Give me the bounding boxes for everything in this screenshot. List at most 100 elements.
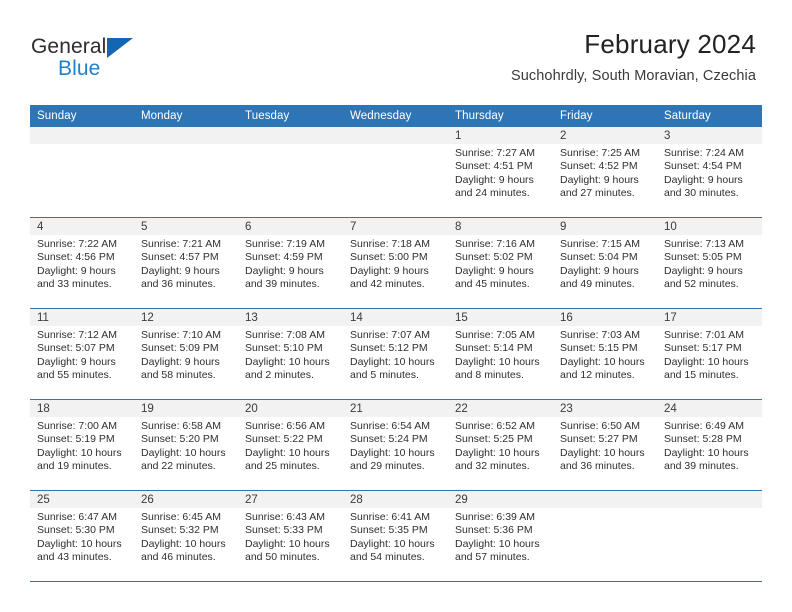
calendar-day-cell[interactable]: 13 Sunrise: 7:08 AM Sunset: 5:10 PM Dayligh… <box>238 308 343 400</box>
day-sun-details: Sunrise: 7:21 AM Sunset: 4:57 PM Daylight:… <box>134 235 238 292</box>
day-cell-inner: 2 Sunrise: 7:25 AM Sunset: 4:52 PM Daylight… <box>553 127 657 217</box>
calendar-day-cell[interactable]: 8 Sunrise: 7:16 AM Sunset: 5:02 PM Daylight… <box>448 217 553 309</box>
calendar-day-cell[interactable]: 25 Sunrise: 6:47 AM Sunset: 5:30 PM Dayligh… <box>30 490 134 582</box>
calendar-day-cell[interactable]: 1 Sunrise: 7:27 AM Sunset: 4:51 PM Daylight… <box>448 127 553 218</box>
sunrise-line: Sunrise: 6:47 AM <box>37 511 117 523</box>
calendar-day-cell[interactable]: 15 Sunrise: 7:05 AM Sunset: 5:14 PM Dayligh… <box>448 308 553 400</box>
daylight-line-1: Daylight: 9 hours <box>560 173 639 186</box>
sunset-line: Sunset: 5:17 PM <box>664 342 742 355</box>
day-cell-inner: 26 Sunrise: 6:45 AM Sunset: 5:32 PM Dayligh… <box>134 491 238 581</box>
calendar-day-cell[interactable]: 5 Sunrise: 7:21 AM Sunset: 4:57 PM Daylight… <box>134 217 238 309</box>
daylight-line-1: Daylight: 10 hours <box>37 537 122 550</box>
sunrise-line: Sunrise: 7:12 AM <box>37 329 117 341</box>
calendar-day-cell[interactable]: 3 Sunrise: 7:24 AM Sunset: 4:54 PM Daylight… <box>657 127 762 218</box>
daylight-line-1: Daylight: 10 hours <box>245 355 330 368</box>
sunrise-line: Sunrise: 6:54 AM <box>350 420 430 432</box>
calendar-day-cell[interactable]: 6 Sunrise: 7:19 AM Sunset: 4:59 PM Daylight… <box>238 217 343 309</box>
day-sun-details: Sunrise: 6:43 AM Sunset: 5:33 PM Daylight:… <box>238 508 343 565</box>
daylight-line-1: Daylight: 9 hours <box>455 264 534 277</box>
calendar-day-cell[interactable]: 21 Sunrise: 6:54 AM Sunset: 5:24 PM Dayligh… <box>343 399 448 491</box>
daylight-line-2: and 12 minutes. <box>560 369 635 382</box>
day-number: 15 <box>448 309 553 326</box>
calendar-day-cell[interactable]: 20 Sunrise: 6:56 AM Sunset: 5:22 PM Dayligh… <box>238 399 343 491</box>
calendar-day-cell[interactable]: 12 Sunrise: 7:10 AM Sunset: 5:09 PM Dayligh… <box>134 308 238 400</box>
day-number: 19 <box>134 400 238 417</box>
calendar-day-cell[interactable]: 27 Sunrise: 6:43 AM Sunset: 5:33 PM Dayligh… <box>238 490 343 582</box>
daylight-line-1: Daylight: 9 hours <box>37 264 116 277</box>
daylight-line-2: and 39 minutes. <box>664 460 739 473</box>
sunrise-line: Sunrise: 6:56 AM <box>245 420 325 432</box>
day-number <box>134 127 238 144</box>
sunrise-line: Sunrise: 7:00 AM <box>37 420 117 432</box>
calendar-day-cell[interactable]: 14 Sunrise: 7:07 AM Sunset: 5:12 PM Dayligh… <box>343 308 448 400</box>
calendar-day-cell[interactable]: 10 Sunrise: 7:13 AM Sunset: 5:05 PM Dayligh… <box>657 217 762 309</box>
daylight-line-2: and 19 minutes. <box>37 460 112 473</box>
day-cell-inner: 6 Sunrise: 7:19 AM Sunset: 4:59 PM Daylight… <box>238 218 343 308</box>
page-title: February 2024 <box>584 29 756 59</box>
calendar-day-cell[interactable]: 26 Sunrise: 6:45 AM Sunset: 5:32 PM Dayligh… <box>134 490 238 582</box>
calendar-day-cell[interactable]: 23 Sunrise: 6:50 AM Sunset: 5:27 PM Dayligh… <box>553 399 657 491</box>
calendar-header-row: Sunday Monday Tuesday Wednesday Thursday Frid… <box>30 105 762 127</box>
calendar-day-cell[interactable]: 9 Sunrise: 7:15 AM Sunset: 5:04 PM Daylight… <box>553 217 657 309</box>
day-number: 16 <box>553 309 657 326</box>
daylight-line-1: Daylight: 9 hours <box>664 173 743 186</box>
day-number <box>657 491 762 508</box>
calendar-day-cell[interactable]: 4 Sunrise: 7:22 AM Sunset: 4:56 PM Daylight… <box>30 217 134 309</box>
day-sun-details: Sunrise: 7:07 AM Sunset: 5:12 PM Daylight:… <box>343 326 448 383</box>
calendar-day-cell[interactable]: 17 Sunrise: 7:01 AM Sunset: 5:17 PM Dayligh… <box>657 308 762 400</box>
sunrise-line: Sunrise: 6:50 AM <box>560 420 640 432</box>
day-cell-inner: 16 Sunrise: 7:03 AM Sunset: 5:15 PM Dayligh… <box>553 309 657 399</box>
weekday-header-sunday: Sunday <box>30 105 134 127</box>
day-cell-inner <box>134 127 238 217</box>
sunrise-line: Sunrise: 7:07 AM <box>350 329 430 341</box>
sunset-line: Sunset: 4:52 PM <box>560 160 638 173</box>
calendar-day-cell[interactable]: 7 Sunrise: 7:18 AM Sunset: 5:00 PM Daylight… <box>343 217 448 309</box>
calendar-day-cell[interactable]: 11 Sunrise: 7:12 AM Sunset: 5:07 PM Dayligh… <box>30 308 134 400</box>
calendar-day-cell[interactable]: 24 Sunrise: 6:49 AM Sunset: 5:28 PM Dayligh… <box>657 399 762 491</box>
day-cell-inner: 11 Sunrise: 7:12 AM Sunset: 5:07 PM Dayligh… <box>30 309 134 399</box>
daylight-line-1: Daylight: 9 hours <box>141 264 220 277</box>
day-sun-details: Sunrise: 6:54 AM Sunset: 5:24 PM Daylight:… <box>343 417 448 474</box>
day-sun-details: Sunrise: 6:39 AM Sunset: 5:36 PM Daylight:… <box>448 508 553 565</box>
day-number: 10 <box>657 218 762 235</box>
day-cell-inner: 20 Sunrise: 6:56 AM Sunset: 5:22 PM Dayligh… <box>238 400 343 490</box>
calendar-week-row: 1 Sunrise: 7:27 AM Sunset: 4:51 PM Daylight… <box>30 127 762 218</box>
calendar-day-cell[interactable]: 18 Sunrise: 7:00 AM Sunset: 5:19 PM Dayligh… <box>30 399 134 491</box>
daylight-line-2: and 39 minutes. <box>245 278 320 291</box>
sunset-line: Sunset: 5:09 PM <box>141 342 219 355</box>
calendar-day-cell[interactable]: 19 Sunrise: 6:58 AM Sunset: 5:20 PM Dayligh… <box>134 399 238 491</box>
day-number <box>553 491 657 508</box>
day-sun-details: Sunrise: 7:05 AM Sunset: 5:14 PM Daylight:… <box>448 326 553 383</box>
day-sun-details: Sunrise: 7:22 AM Sunset: 4:56 PM Daylight:… <box>30 235 134 292</box>
calendar-day-cell-empty <box>134 127 238 218</box>
day-cell-inner: 25 Sunrise: 6:47 AM Sunset: 5:30 PM Dayligh… <box>30 491 134 581</box>
calendar-week-row: 25 Sunrise: 6:47 AM Sunset: 5:30 PM Dayligh… <box>30 490 762 582</box>
calendar-day-cell[interactable]: 22 Sunrise: 6:52 AM Sunset: 5:25 PM Dayligh… <box>448 399 553 491</box>
day-cell-inner: 27 Sunrise: 6:43 AM Sunset: 5:33 PM Dayligh… <box>238 491 343 581</box>
calendar-day-cell[interactable]: 28 Sunrise: 6:41 AM Sunset: 5:35 PM Dayligh… <box>343 490 448 582</box>
daylight-line-2: and 27 minutes. <box>560 187 635 200</box>
sunrise-line: Sunrise: 7:27 AM <box>455 147 535 159</box>
daylight-line-1: Daylight: 10 hours <box>664 446 749 459</box>
sunset-line: Sunset: 5:27 PM <box>560 433 638 446</box>
daylight-line-2: and 46 minutes. <box>141 551 216 564</box>
day-cell-inner: 18 Sunrise: 7:00 AM Sunset: 5:19 PM Dayligh… <box>30 400 134 490</box>
calendar-grid: Sunday Monday Tuesday Wednesday Thursday Frid… <box>30 105 762 582</box>
calendar-day-cell[interactable]: 16 Sunrise: 7:03 AM Sunset: 5:15 PM Dayligh… <box>553 308 657 400</box>
day-sun-details: Sunrise: 7:03 AM Sunset: 5:15 PM Daylight:… <box>553 326 657 383</box>
day-cell-inner: 14 Sunrise: 7:07 AM Sunset: 5:12 PM Dayligh… <box>343 309 448 399</box>
day-number: 13 <box>238 309 343 326</box>
calendar-day-cell[interactable]: 29 Sunrise: 6:39 AM Sunset: 5:36 PM Dayligh… <box>448 490 553 582</box>
sunrise-line: Sunrise: 7:16 AM <box>455 238 535 250</box>
sunrise-line: Sunrise: 6:58 AM <box>141 420 221 432</box>
day-cell-inner: 9 Sunrise: 7:15 AM Sunset: 5:04 PM Daylight… <box>553 218 657 308</box>
day-sun-details: Sunrise: 6:41 AM Sunset: 5:35 PM Daylight:… <box>343 508 448 565</box>
sunset-line: Sunset: 5:30 PM <box>37 524 115 537</box>
day-sun-details: Sunrise: 6:58 AM Sunset: 5:20 PM Daylight:… <box>134 417 238 474</box>
general-blue-logo[interactable]: General Blue <box>31 36 231 88</box>
calendar-day-cell-empty <box>657 490 762 582</box>
daylight-line-2: and 32 minutes. <box>455 460 530 473</box>
day-number: 25 <box>30 491 134 508</box>
daylight-line-1: Daylight: 10 hours <box>245 537 330 550</box>
calendar-day-cell[interactable]: 2 Sunrise: 7:25 AM Sunset: 4:52 PM Daylight… <box>553 127 657 218</box>
